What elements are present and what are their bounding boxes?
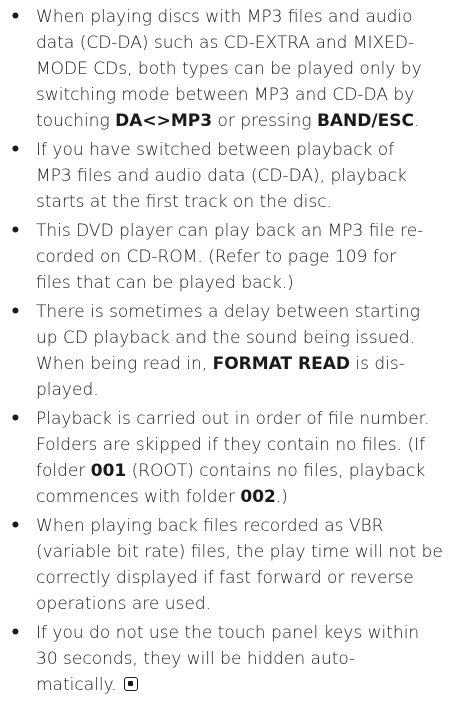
note-line: Folders are skipped if they contain no f… — [36, 435, 426, 455]
band-esc-key-label: BAND/ESC — [316, 111, 414, 131]
note-vbr-files: • When playing back files recorded as VB… — [0, 513, 460, 617]
note-line: When being read in, FORMAT READ is dis- — [36, 351, 458, 377]
end-of-section-icon — [124, 677, 139, 691]
bullet: • — [10, 409, 21, 429]
note-line: 30 seconds, they will be hidden auto- — [36, 649, 356, 669]
note-line: data (CD-DA) such as CD-EXTRA and MIXED- — [36, 33, 415, 53]
bullet: • — [10, 7, 21, 27]
note-line: (variable bit rate) files, the play time… — [36, 542, 443, 562]
bullet: • — [10, 623, 21, 643]
note-line: starts at the first track on the disc. — [36, 192, 332, 212]
note-playback-delay: • There is sometimes a delay between sta… — [0, 299, 460, 403]
note-text: (ROOT) contains no files, playback — [126, 461, 426, 481]
folder-002-label: 002 — [240, 487, 276, 507]
note-mp3-cdda-mode: • When playing discs with MP3 files and … — [0, 4, 460, 134]
note-mp3-cdrom: • This DVD player can play back an MP3 f… — [0, 218, 460, 296]
note-text: folder — [36, 461, 91, 481]
note-line: Playback is carried out in order of file… — [36, 409, 430, 429]
note-line: commences with folder 002.) — [36, 484, 458, 510]
folder-001-label: 001 — [90, 461, 127, 481]
format-read-label: FORMAT READ — [212, 354, 350, 374]
note-text: commences with folder — [36, 487, 241, 507]
note-line: switching mode between MP3 and CD-DA by — [36, 85, 415, 105]
da-mp3-key-label: DA<>MP3 — [115, 111, 213, 131]
note-line: MODE CDs, both types can be played only … — [36, 59, 422, 79]
note-text: touching — [36, 111, 116, 131]
note-line: When playing discs with MP3 files and au… — [36, 7, 413, 27]
note-file-order: • Playback is carried out in order of fi… — [0, 406, 460, 510]
note-line: This DVD player can play back an MP3 fil… — [36, 221, 424, 241]
notes-list: • When playing discs with MP3 files and … — [0, 4, 460, 701]
note-text: When being read in, — [36, 354, 213, 374]
note-text: . — [413, 111, 420, 131]
note-playback-switch: • If you have switched between playback … — [0, 137, 460, 215]
note-line: folder 001 (ROOT) contains no files, pla… — [36, 458, 458, 484]
note-text: matically. — [36, 675, 117, 695]
note-line: There is sometimes a delay between start… — [36, 302, 420, 322]
note-line: MP3 files and audio data (CD-DA), playba… — [36, 166, 407, 186]
note-line: When playing back files recorded as VBR — [36, 516, 384, 536]
bullet: • — [10, 221, 21, 241]
bullet: • — [10, 302, 21, 322]
bullet: • — [10, 516, 21, 536]
note-line: correctly displayed if fast forward or r… — [36, 568, 414, 588]
note-line: played. — [36, 380, 99, 400]
note-line: If you have switched between playback of — [36, 140, 395, 160]
note-text: or pressing — [212, 111, 317, 131]
note-line: If you do not use the touch panel keys w… — [36, 623, 420, 643]
note-line: corded on CD-ROM. (Refer to page 109 for — [36, 247, 397, 267]
note-text: is dis- — [349, 354, 405, 374]
bullet: • — [10, 140, 21, 160]
note-line: matically. — [36, 672, 458, 698]
note-touch-panel-keys: • If you do not use the touch panel keys… — [0, 620, 460, 698]
note-text: .) — [275, 487, 288, 507]
note-line: operations are used. — [36, 594, 212, 614]
note-line: touching DA<>MP3 or pressing BAND/ESC. — [36, 108, 458, 134]
note-line: up CD playback and the sound being issue… — [36, 328, 416, 348]
note-line: files that can be played back.) — [36, 273, 294, 293]
